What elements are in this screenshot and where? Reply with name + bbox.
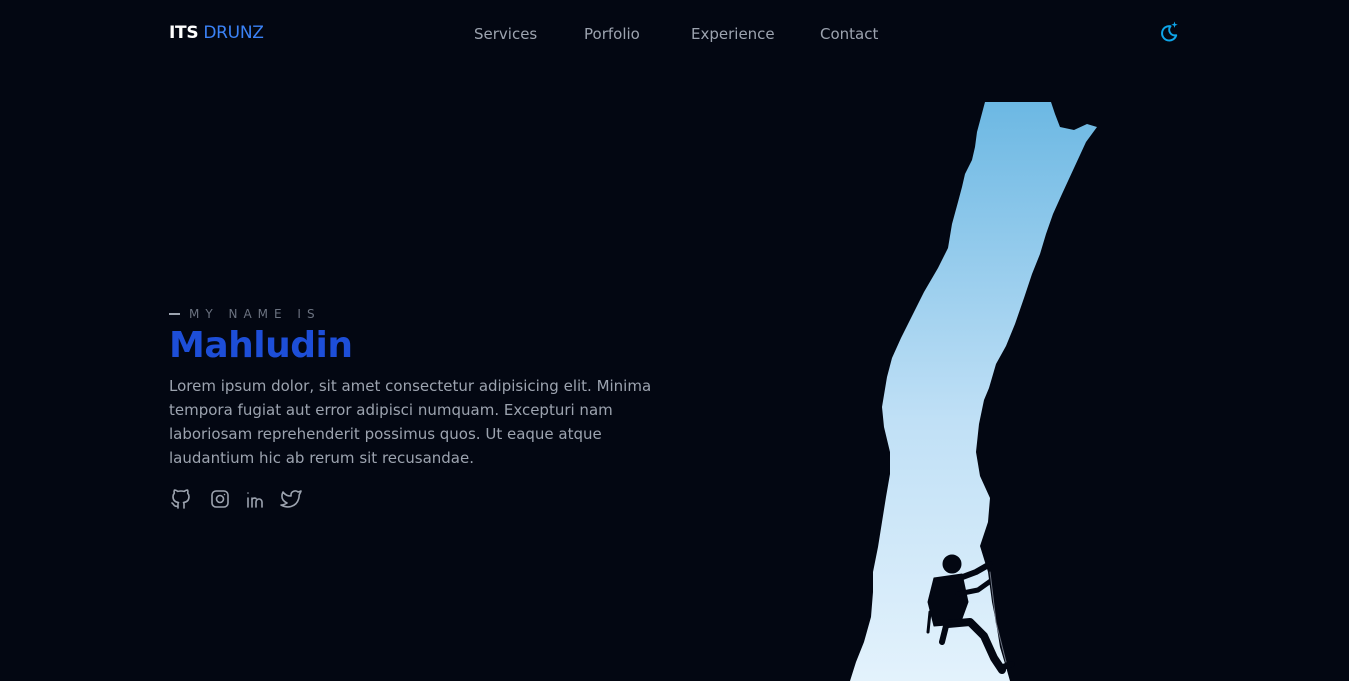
- twitter-link[interactable]: [279, 487, 303, 511]
- twitter-icon: [280, 490, 302, 508]
- rock-climber-illustration: [850, 102, 1097, 681]
- nav-item-portfolio[interactable]: Porfolio: [584, 25, 640, 43]
- nav-item-contact[interactable]: Contact: [820, 25, 878, 43]
- github-link[interactable]: [169, 487, 193, 511]
- nav-item-experience[interactable]: Experience: [691, 25, 775, 43]
- theme-toggle-button[interactable]: [1156, 20, 1180, 44]
- linkedin-link[interactable]: [244, 487, 268, 511]
- moon-sparkle-icon: [1161, 21, 1178, 42]
- main-nav: Services Porfolio Experience Contact: [0, 25, 1349, 45]
- hero-eyebrow: MY NAME IS: [169, 307, 321, 321]
- nav-item-services[interactable]: Services: [474, 25, 537, 43]
- hero-bio: Lorem ipsum dolor, sit amet consectetur …: [169, 377, 652, 467]
- rock-crevice-sky: [850, 102, 1097, 681]
- hero-name: Mahludin: [169, 325, 353, 366]
- hero-illustration: [830, 102, 1130, 681]
- eyebrow-dash: [169, 313, 180, 315]
- linkedin-icon: [247, 492, 263, 508]
- github-icon: [171, 489, 190, 509]
- page: ITS DRUNZ Services Porfolio Experience C…: [0, 0, 1349, 681]
- hero-eyebrow-text: MY NAME IS: [189, 307, 321, 321]
- instagram-link[interactable]: [208, 487, 232, 511]
- instagram-icon: [211, 490, 229, 508]
